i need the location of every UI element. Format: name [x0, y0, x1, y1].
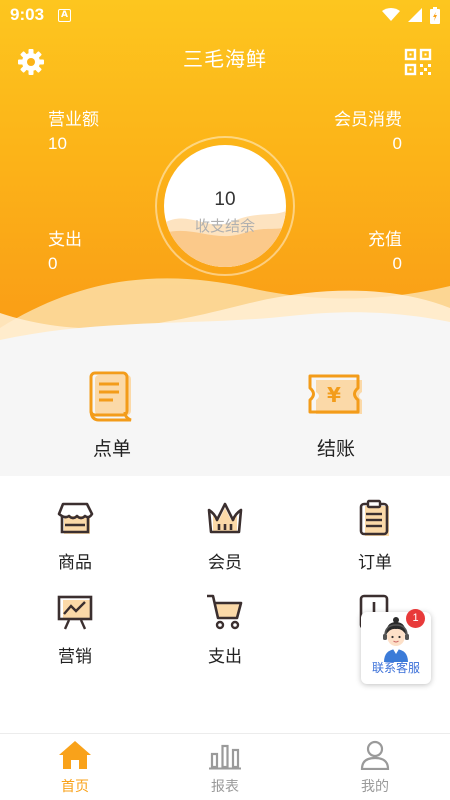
stat-revenue: 营业额 10: [48, 108, 99, 156]
balance-value: 10: [214, 189, 236, 210]
tab-profile-label: 我的: [361, 779, 389, 795]
grid-item-products[interactable]: 商品: [0, 498, 150, 573]
qr-code-icon[interactable]: [404, 48, 432, 76]
stat-revenue-label: 营业额: [48, 110, 99, 130]
wifi-icon: [382, 8, 400, 21]
clipboard-icon: [359, 499, 389, 536]
wave-decoration: [0, 278, 450, 352]
stat-member-spend-label: 会员消费: [334, 110, 402, 130]
grid-item-members[interactable]: 会员: [150, 498, 300, 573]
status-bar: 9:03 A: [0, 0, 450, 30]
status-time: 9:03: [10, 5, 45, 24]
title-bar: 三毛海鲜: [0, 40, 450, 76]
quick-actions: 点单 ¥ 结账: [0, 352, 450, 476]
signal-icon: [408, 8, 422, 22]
stat-expense: 支出 0: [48, 228, 82, 276]
grid-label-orders: 订单: [358, 553, 392, 573]
stat-expense-label: 支出: [48, 230, 82, 250]
stat-recharge-label: 充值: [368, 230, 402, 250]
notification-icon: A: [58, 8, 72, 22]
store-icon: [57, 502, 94, 534]
order-label: 点单: [92, 438, 131, 460]
checkout-button[interactable]: ¥ 结账: [261, 370, 411, 461]
grid-item-orders[interactable]: 订单: [300, 498, 450, 573]
yen-ticket-icon: ¥: [308, 374, 362, 414]
grid-label-marketing: 营销: [58, 647, 92, 667]
tab-reports[interactable]: 报表: [150, 740, 300, 796]
bottom-tab-bar: 首页 报表 我的: [0, 733, 450, 800]
presentation-icon: [57, 595, 93, 630]
home-icon: [59, 741, 91, 769]
feature-grid: 商品 会员 订单 营销 支出: [0, 476, 450, 736]
grid-item-expense[interactable]: 支出: [150, 592, 300, 667]
tab-reports-label: 报表: [211, 779, 239, 795]
order-button[interactable]: 点单: [37, 370, 187, 461]
tab-home-label: 首页: [61, 779, 89, 795]
balance-circle: 10 收支结余: [155, 136, 295, 276]
stat-recharge-value: 0: [392, 254, 402, 273]
support-badge: 1: [406, 609, 425, 628]
balance-circle-inner: 10 收支结余: [164, 145, 286, 267]
tab-home[interactable]: 首页: [0, 740, 150, 796]
contact-support-label: 联系客服: [371, 661, 420, 675]
stat-expense-value: 0: [48, 254, 58, 273]
stat-member-spend-value: 0: [392, 134, 402, 153]
stat-recharge: 充值 0: [368, 228, 402, 276]
svg-text:¥: ¥: [327, 383, 341, 407]
bar-chart-icon: [209, 744, 241, 770]
stat-member-spend: 会员消费 0: [334, 108, 402, 156]
checkout-label: 结账: [316, 438, 355, 460]
crown-icon: [207, 502, 243, 534]
cart-icon: [207, 594, 243, 630]
stat-revenue-value: 10: [48, 134, 67, 153]
app-title: 三毛海鲜: [183, 47, 267, 71]
grid-item-marketing[interactable]: 营销: [0, 592, 150, 667]
tab-profile[interactable]: 我的: [300, 740, 450, 796]
grid-label-expense: 支出: [208, 647, 242, 667]
grid-label-products: 商品: [58, 553, 92, 573]
user-icon: [360, 740, 390, 771]
balance-label: 收支结余: [194, 217, 255, 235]
receipt-icon: [89, 371, 132, 422]
battery-icon: [430, 6, 440, 24]
grid-label-members: 会员: [208, 553, 242, 573]
